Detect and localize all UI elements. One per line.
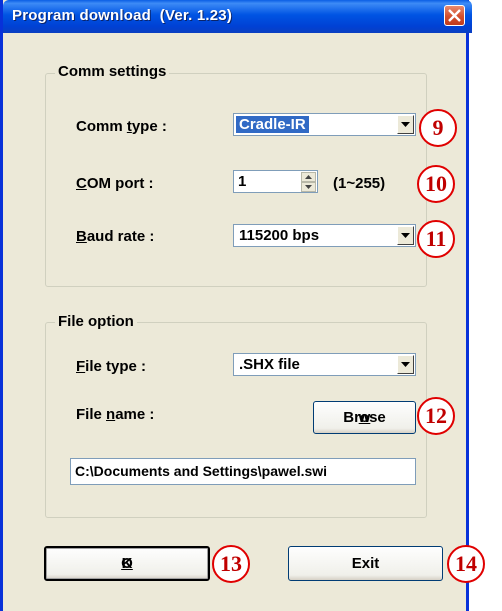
file-type-dropdown-button[interactable] (397, 355, 414, 374)
callout-10: 10 (417, 165, 455, 203)
comm-type-select[interactable]: Cradle-IR (233, 113, 416, 136)
chevron-down-icon (401, 362, 410, 367)
chevron-up-icon (305, 175, 312, 179)
callout-14: 14 (447, 545, 485, 583)
baud-rate-select[interactable]: 115200 bps (233, 224, 416, 247)
window-title: Program download (Ver. 1.23) (12, 7, 233, 24)
baud-rate-dropdown-button[interactable] (397, 226, 414, 245)
file-name-field[interactable]: C:\Documents and Settings\pawel.swi (70, 458, 416, 485)
callout-12: 12 (417, 397, 455, 435)
program-download-dialog: Program download (Ver. 1.23) Comm settin… (0, 0, 472, 611)
callout-9: 9 (419, 109, 457, 147)
baud-rate-label: Baud rate : (76, 228, 155, 245)
baud-rate-value: 115200 bps (239, 227, 320, 244)
file-type-value: .SHX file (239, 356, 300, 373)
browse-button[interactable]: Bro w se (313, 401, 416, 434)
file-type-select[interactable]: .SHX file (233, 353, 416, 376)
comm-settings-title: Comm settings (55, 63, 170, 80)
file-option-title: File option (55, 313, 137, 330)
com-port-value: 1 (238, 173, 247, 190)
comm-type-value: Cradle-IR (236, 116, 309, 133)
title-bar[interactable]: Program download (Ver. 1.23) (3, 0, 472, 33)
com-port-decrement[interactable] (301, 182, 316, 192)
callout-11: 11 (417, 220, 455, 258)
file-name-label: File name : (76, 406, 155, 423)
callout-13: 13 (212, 545, 250, 583)
exit-button[interactable]: Exit (288, 546, 443, 581)
com-port-increment[interactable] (301, 172, 316, 182)
chevron-down-icon (401, 233, 410, 238)
close-button[interactable] (444, 5, 465, 26)
com-port-range: (1~255) (333, 175, 386, 192)
chevron-down-icon (401, 122, 410, 127)
com-port-stepper[interactable]: 1 (233, 170, 318, 193)
comm-type-label: Comm type : (76, 118, 167, 135)
chevron-down-icon (305, 185, 312, 189)
com-port-label: COM port : (76, 175, 154, 192)
comm-type-dropdown-button[interactable] (397, 115, 414, 134)
file-type-label: File type : (76, 358, 147, 375)
close-icon (448, 9, 461, 22)
ok-button[interactable]: OK (44, 546, 210, 581)
